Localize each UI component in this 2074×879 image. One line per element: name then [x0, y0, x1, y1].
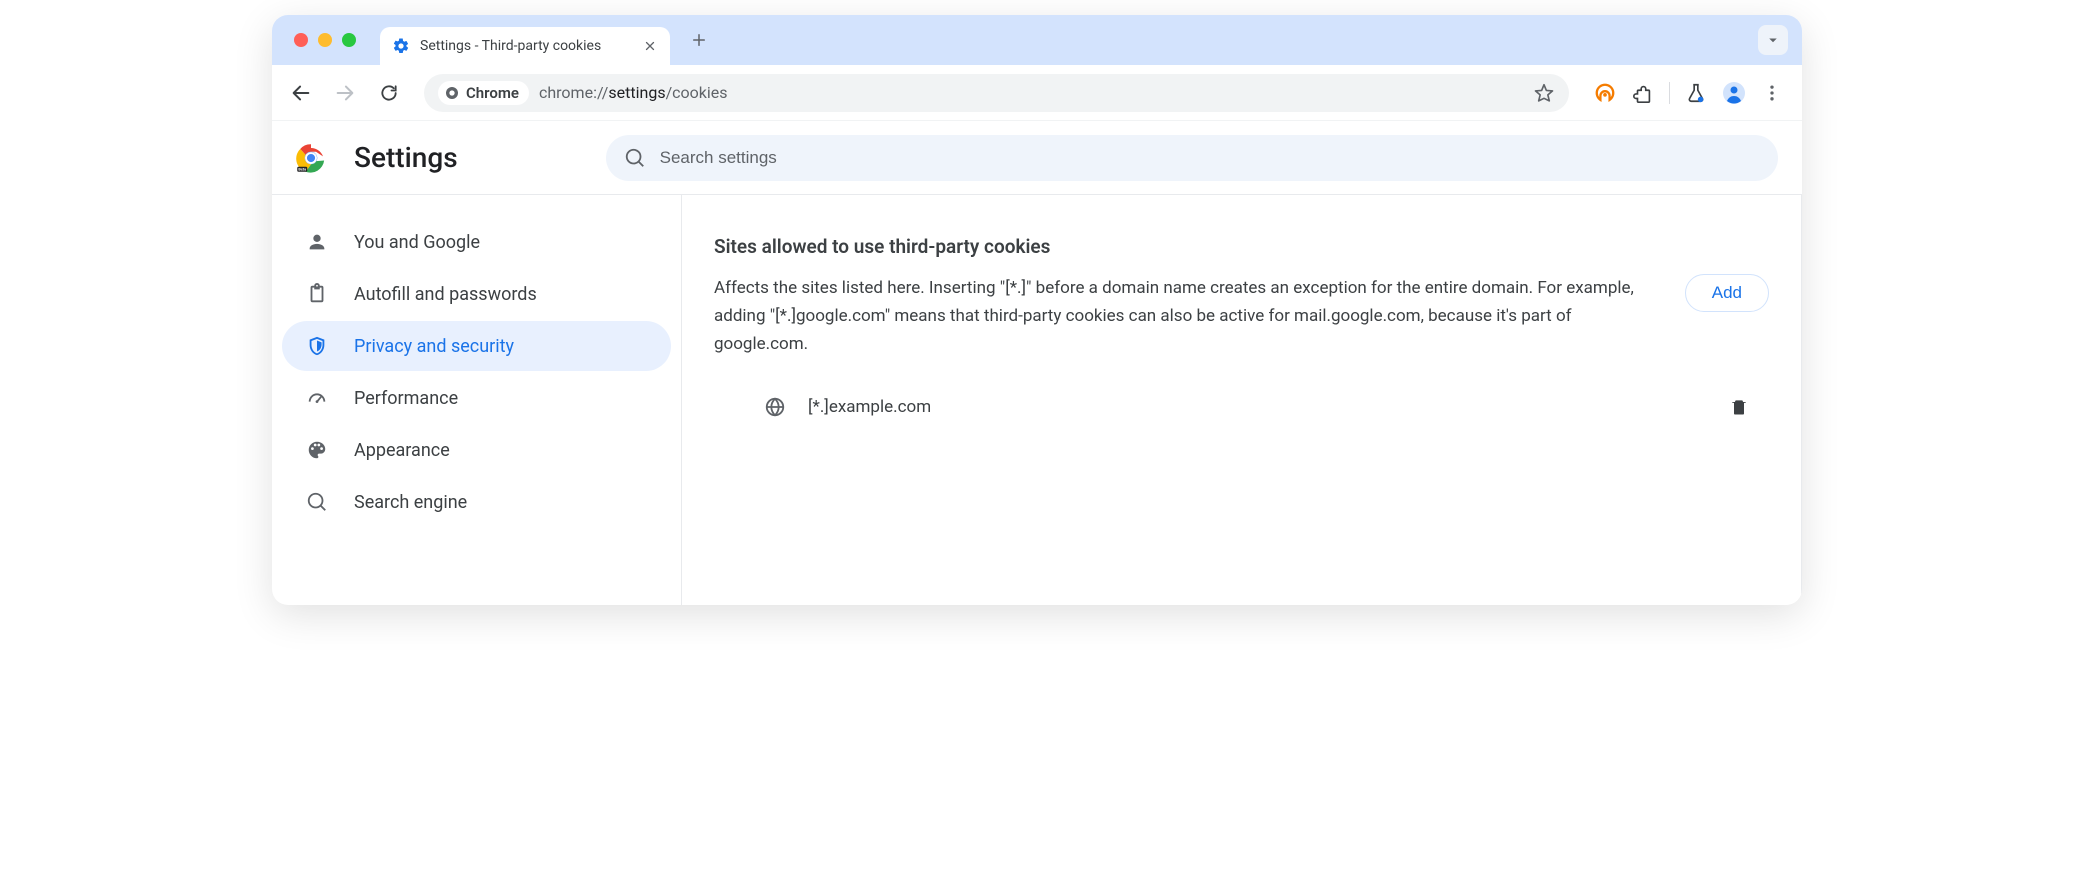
close-window-button[interactable]: [294, 33, 308, 47]
address-bar[interactable]: Chrome chrome://settings/cookies: [424, 74, 1569, 112]
section-description-row: Affects the sites listed here. Inserting…: [714, 274, 1769, 358]
globe-icon: [764, 396, 786, 418]
section-title: Sites allowed to use third-party cookies: [714, 235, 1769, 258]
settings-sidebar: You and Google Autofill and passwords Pr…: [272, 195, 682, 605]
speedometer-icon: [306, 387, 328, 409]
tab-search-button[interactable]: [1758, 25, 1788, 55]
sidebar-item-performance[interactable]: Performance: [282, 373, 671, 423]
browser-window: Settings - Third-party cookies Chrome: [272, 15, 1802, 605]
bookmark-star-icon[interactable]: [1533, 82, 1555, 104]
clipboard-icon: [306, 283, 328, 305]
delete-site-button[interactable]: [1729, 397, 1749, 417]
toolbar-icons: [1585, 81, 1792, 105]
settings-header: Beta Settings: [272, 121, 1802, 195]
settings-content: Sites allowed to use third-party cookies…: [682, 195, 1802, 605]
site-row: [*.]example.com: [714, 378, 1769, 436]
sidebar-item-label: Appearance: [354, 440, 450, 461]
sidebar-item-search-engine[interactable]: Search engine: [282, 477, 671, 527]
new-tab-button[interactable]: [684, 25, 714, 55]
extensions-puzzle-icon[interactable]: [1631, 81, 1655, 105]
tab-strip: Settings - Third-party cookies: [272, 15, 1802, 65]
section-description: Affects the sites listed here. Inserting…: [714, 274, 1661, 358]
palette-icon: [306, 439, 328, 461]
search-icon: [624, 147, 646, 169]
search-settings-box[interactable]: [606, 135, 1778, 181]
tab-title: Settings - Third-party cookies: [420, 38, 632, 54]
back-button[interactable]: [282, 74, 320, 112]
gear-icon: [392, 37, 410, 55]
site-domain: [*.]example.com: [808, 397, 1707, 417]
close-tab-icon[interactable]: [642, 38, 658, 54]
sidebar-item-label: Performance: [354, 388, 458, 409]
sidebar-item-label: Autofill and passwords: [354, 284, 537, 305]
svg-text:Beta: Beta: [298, 167, 306, 171]
page-title: Settings: [354, 141, 458, 174]
sidebar-item-label: Search engine: [354, 492, 467, 513]
person-icon: [306, 231, 328, 253]
sidebar-item-label: Privacy and security: [354, 336, 514, 357]
chrome-logo-icon: Beta: [296, 143, 326, 173]
minimize-window-button[interactable]: [318, 33, 332, 47]
window-controls: [294, 33, 356, 47]
settings-body: You and Google Autofill and passwords Pr…: [272, 195, 1802, 605]
shield-icon: [306, 335, 328, 357]
maximize-window-button[interactable]: [342, 33, 356, 47]
browser-toolbar: Chrome chrome://settings/cookies: [272, 65, 1802, 121]
extension-openvpn-icon[interactable]: [1593, 81, 1617, 105]
add-site-button[interactable]: Add: [1685, 274, 1769, 312]
site-chip-label: Chrome: [466, 84, 519, 102]
sidebar-item-privacy[interactable]: Privacy and security: [282, 321, 671, 371]
search-icon: [306, 491, 328, 513]
sidebar-item-label: You and Google: [354, 232, 480, 253]
kebab-menu-icon[interactable]: [1760, 81, 1784, 105]
sidebar-item-you-and-google[interactable]: You and Google: [282, 217, 671, 267]
chrome-chip-icon: [444, 85, 460, 101]
labs-flask-icon[interactable]: [1684, 81, 1708, 105]
profile-avatar-icon[interactable]: [1722, 81, 1746, 105]
toolbar-separator: [1669, 82, 1670, 104]
reload-button[interactable]: [370, 74, 408, 112]
site-chip[interactable]: Chrome: [438, 81, 529, 105]
forward-button[interactable]: [326, 74, 364, 112]
search-settings-input[interactable]: [660, 148, 1760, 168]
sidebar-item-autofill[interactable]: Autofill and passwords: [282, 269, 671, 319]
url-text: chrome://settings/cookies: [539, 83, 728, 102]
browser-tab[interactable]: Settings - Third-party cookies: [380, 27, 670, 65]
sidebar-item-appearance[interactable]: Appearance: [282, 425, 671, 475]
